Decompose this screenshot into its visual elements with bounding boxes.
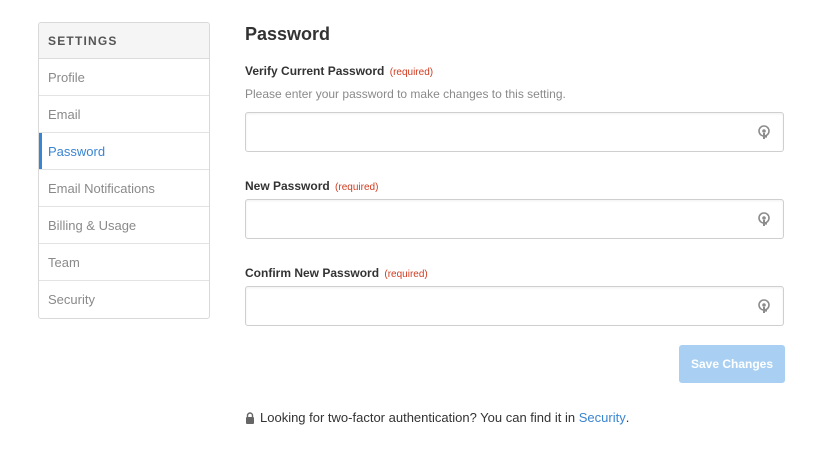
required-marker: (required) [384, 269, 428, 280]
key-icon[interactable] [757, 299, 771, 315]
current-password-input[interactable] [246, 113, 783, 151]
sidebar-header: SETTINGS [39, 23, 209, 59]
confirm-password-input[interactable] [246, 287, 783, 325]
two-factor-text: Looking for two-factor authentication? Y… [260, 410, 576, 425]
save-changes-button[interactable]: Save Changes [679, 345, 785, 383]
confirm-password-field-wrap [245, 286, 784, 326]
two-factor-note: Looking for two-factor authentication? Y… [245, 410, 629, 425]
new-password-label-text: New Password [245, 179, 330, 193]
password-form: Password Verify Current Password (requir… [245, 22, 785, 425]
current-password-help: Please enter your password to make chang… [245, 87, 566, 101]
current-password-label: Verify Current Password (required) [245, 64, 566, 78]
current-password-field-wrap [245, 112, 784, 152]
page-title: Password [245, 24, 331, 44]
settings-page: SETTINGS Profile Email Password Email No… [0, 0, 829, 450]
new-password-label: New Password (required) [245, 179, 378, 193]
sidebar-item-email-notifications[interactable]: Email Notifications [39, 170, 209, 207]
key-icon[interactable] [757, 212, 771, 228]
key-icon[interactable] [757, 125, 771, 141]
settings-sidebar: SETTINGS Profile Email Password Email No… [38, 22, 210, 319]
sidebar-item-billing-usage[interactable]: Billing & Usage [39, 207, 209, 244]
required-marker: (required) [335, 182, 379, 193]
lock-icon [246, 411, 254, 424]
required-marker: (required) [389, 67, 434, 78]
sidebar-item-team[interactable]: Team [39, 244, 209, 281]
sidebar-item-security[interactable]: Security [39, 281, 209, 318]
sidebar-item-email[interactable]: Email [39, 96, 209, 133]
confirm-password-label: Confirm New Password (required) [245, 266, 428, 280]
sidebar-item-password[interactable]: Password [39, 133, 209, 170]
new-password-input[interactable] [246, 200, 783, 238]
confirm-password-label-text: Confirm New Password [245, 266, 380, 280]
current-password-group: Verify Current Password (required) Pleas… [245, 64, 566, 101]
new-password-field-wrap [245, 199, 784, 239]
security-link[interactable]: Security [579, 410, 626, 425]
current-password-label-text: Verify Current Password [245, 64, 385, 78]
two-factor-text-end: . [625, 410, 630, 425]
sidebar-item-profile[interactable]: Profile [39, 59, 209, 96]
